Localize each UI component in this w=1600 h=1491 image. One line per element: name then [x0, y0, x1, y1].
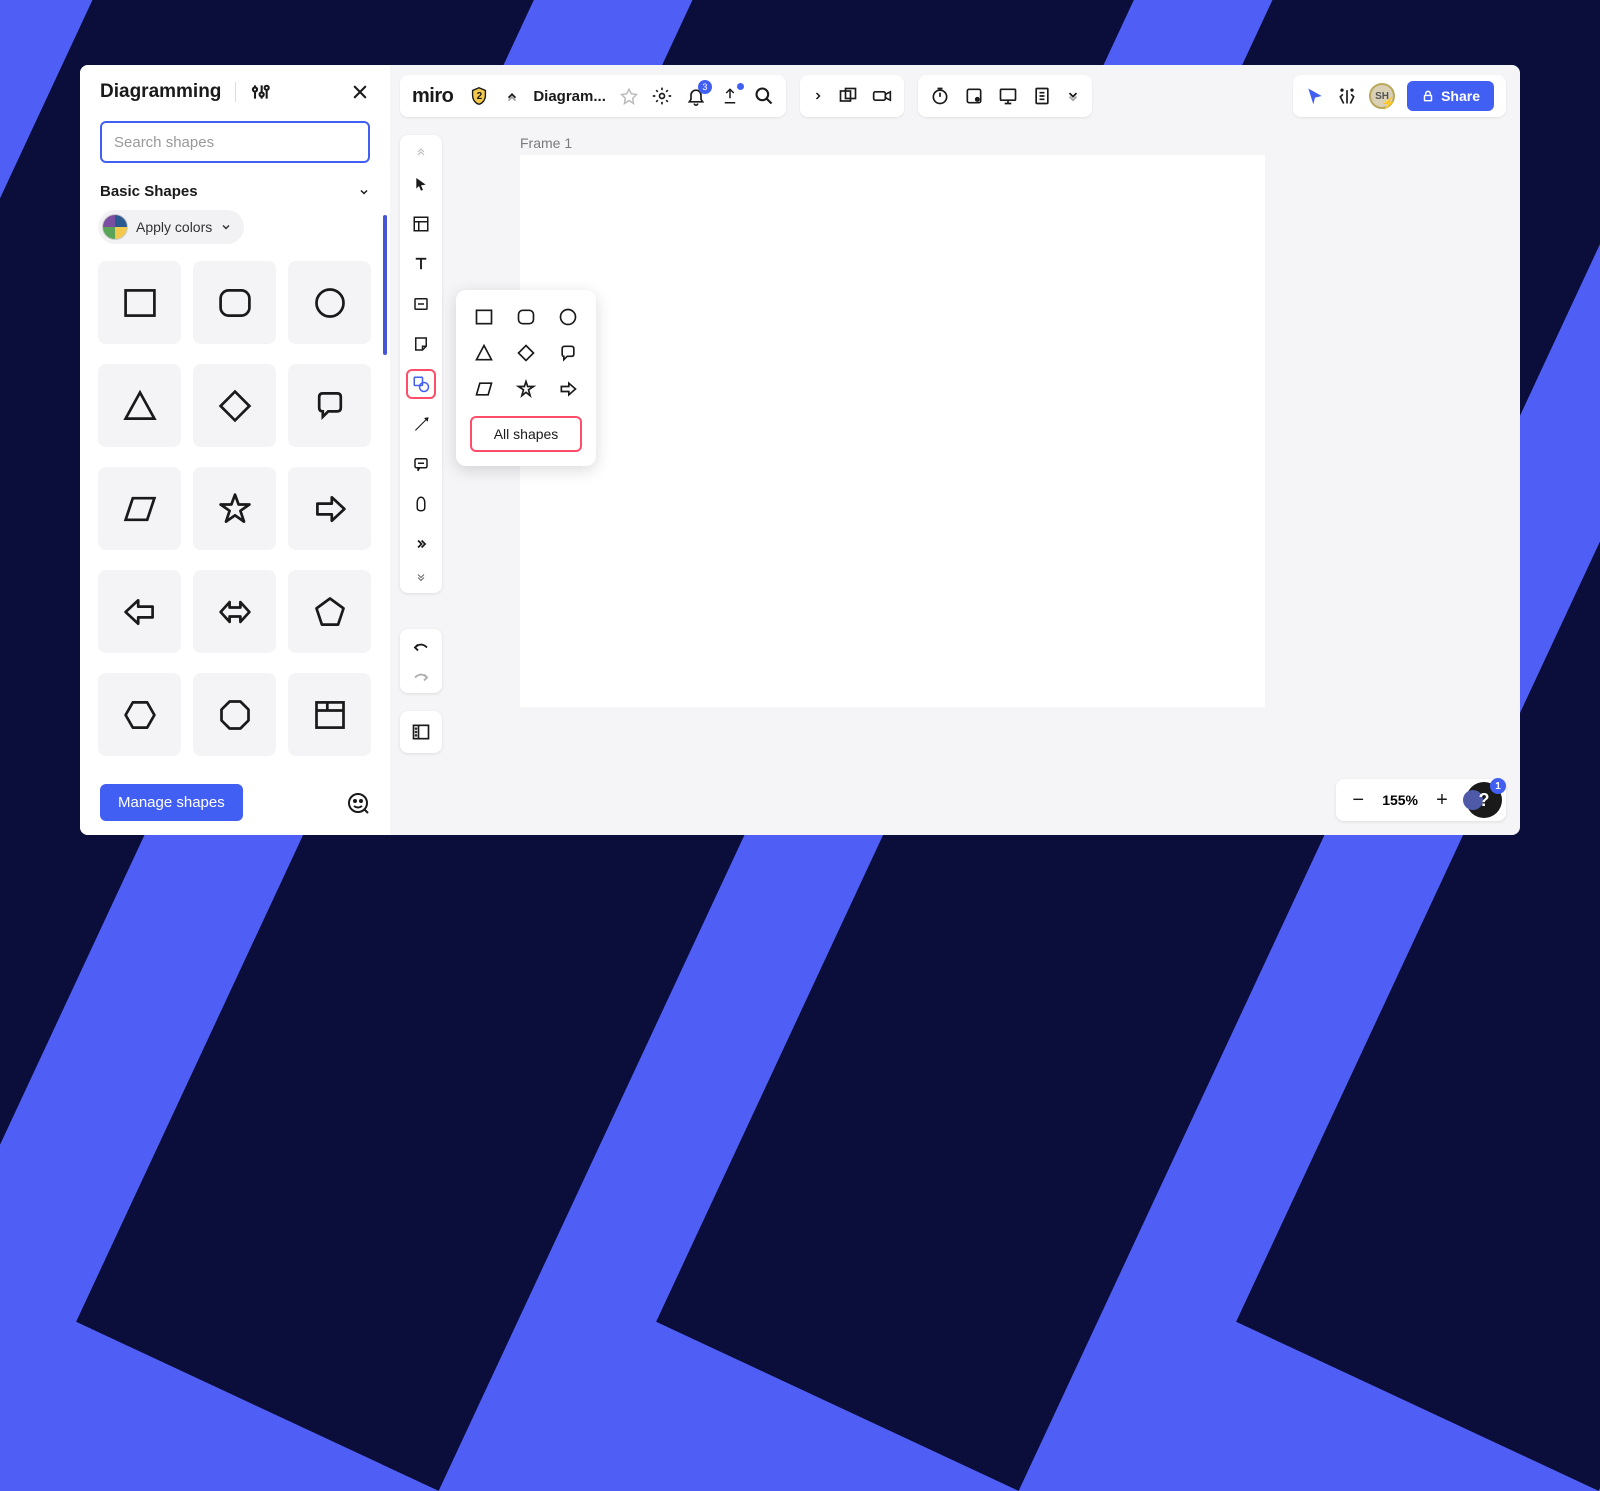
shape-circle[interactable] — [288, 261, 371, 344]
minimap-button[interactable] — [400, 711, 442, 753]
undo-icon[interactable] — [412, 639, 430, 653]
pop-shape-diamond[interactable] — [515, 342, 537, 364]
settings-sliders-icon[interactable] — [250, 82, 270, 102]
chevron-down-icon[interactable] — [505, 89, 519, 103]
shape-hexagon[interactable] — [98, 673, 181, 756]
apply-colors-chip[interactable]: Apply colors — [98, 210, 244, 244]
apply-colors-label: Apply colors — [136, 219, 212, 235]
search-icon[interactable] — [754, 86, 774, 106]
toolbar-present-group — [800, 75, 904, 117]
shape-arrow-left[interactable] — [98, 570, 181, 653]
select-tool[interactable] — [406, 169, 436, 199]
shape-parallelogram[interactable] — [98, 467, 181, 550]
shape-arrow-right[interactable] — [288, 467, 371, 550]
shape-rectangle[interactable] — [98, 261, 181, 344]
gear-icon[interactable] — [652, 86, 672, 106]
chevron-down-icon[interactable] — [1066, 89, 1080, 103]
zoom-out-button[interactable]: − — [1340, 782, 1376, 818]
video-camera-icon[interactable] — [872, 86, 892, 106]
toolbar-collab-group: SH ⚡ Share — [1293, 75, 1506, 117]
search-input[interactable] — [100, 121, 370, 163]
templates-tool[interactable] — [406, 209, 436, 239]
app-window: Frame 1 Diagramming Basic Shapes — [80, 65, 1520, 835]
shape-octagon[interactable] — [193, 673, 276, 756]
notifications-icon[interactable] — [686, 86, 706, 106]
star-icon[interactable] — [620, 87, 638, 105]
diagramming-panel: Diagramming Basic Shapes Apply — [80, 65, 390, 835]
toolbar-right-group: SH ⚡ Share — [1293, 75, 1506, 117]
note-tool[interactable] — [406, 329, 436, 359]
pop-shape-rectangle[interactable] — [473, 306, 495, 328]
frame-label: Frame 1 — [520, 135, 572, 151]
more-tools-icon[interactable] — [406, 529, 436, 559]
text-tool[interactable] — [406, 249, 436, 279]
collapse-icon[interactable] — [406, 143, 436, 159]
toolbar-main-group: miro 2 Diagram... — [400, 75, 786, 117]
present-icon[interactable] — [998, 86, 1018, 106]
scrollbar[interactable] — [383, 215, 387, 355]
shape-triangle[interactable] — [98, 364, 181, 447]
reactions-icon[interactable] — [1337, 86, 1357, 106]
comment-tool[interactable] — [406, 449, 436, 479]
top-toolbar: miro 2 Diagram... — [400, 75, 1092, 117]
feedback-smile-icon[interactable] — [346, 791, 370, 815]
zoom-value[interactable]: 155% — [1376, 792, 1424, 808]
chevron-right-icon[interactable] — [812, 89, 824, 103]
canvas-frame[interactable] — [520, 155, 1265, 707]
shape-diamond[interactable] — [193, 364, 276, 447]
shape-double-arrow[interactable] — [193, 570, 276, 653]
shapes-tool[interactable] — [406, 369, 436, 399]
avatar[interactable]: SH ⚡ — [1369, 83, 1395, 109]
pop-shape-star[interactable] — [515, 378, 537, 400]
shape-container[interactable] — [288, 673, 371, 756]
cursor-pointer-icon[interactable] — [1305, 86, 1325, 106]
chevron-down-icon — [220, 221, 232, 233]
redo-icon[interactable] — [412, 669, 430, 683]
close-icon[interactable] — [350, 82, 370, 102]
shape-rounded-rectangle[interactable] — [193, 261, 276, 344]
shield-level-icon[interactable]: 2 — [467, 84, 491, 108]
pop-shape-parallelogram[interactable] — [473, 378, 495, 400]
chevron-down-icon — [358, 186, 370, 198]
export-icon[interactable] — [720, 86, 740, 106]
help-button[interactable]: ? 1 — [1466, 782, 1502, 818]
shape-pentagon[interactable] — [288, 570, 371, 653]
bolt-icon: ⚡ — [1381, 96, 1396, 110]
shape-star[interactable] — [193, 467, 276, 550]
pop-shape-arrow-right[interactable] — [557, 378, 579, 400]
voting-icon[interactable] — [964, 86, 984, 106]
board-name[interactable]: Diagram... — [533, 88, 606, 105]
pop-shape-triangle[interactable] — [473, 342, 495, 364]
lock-icon — [1421, 89, 1435, 103]
color-wheel-icon — [102, 214, 128, 240]
timer-icon[interactable] — [930, 86, 950, 106]
undo-redo-toolbar — [400, 629, 442, 693]
shapes-popover: All shapes — [456, 290, 596, 466]
panel-header: Diagramming — [80, 65, 390, 113]
pop-shape-rounded-rectangle[interactable] — [515, 306, 537, 328]
manage-shapes-button[interactable]: Manage shapes — [100, 784, 243, 821]
all-shapes-button[interactable]: All shapes — [470, 416, 582, 452]
shape-speech-bubble[interactable] — [288, 364, 371, 447]
zoom-controls: − 155% + ? 1 — [1336, 779, 1506, 821]
section-label: Basic Shapes — [100, 183, 198, 200]
basic-shapes-header[interactable]: Basic Shapes — [80, 171, 390, 206]
vertical-toolbar — [400, 135, 442, 593]
connector-tool[interactable] — [406, 409, 436, 439]
zoom-in-button[interactable]: + — [1424, 782, 1460, 818]
toolbar-tools-group — [918, 75, 1092, 117]
pop-shape-speech-bubble[interactable] — [557, 342, 579, 364]
help-badge: 1 — [1490, 778, 1506, 794]
sticky-note-tool[interactable] — [406, 289, 436, 319]
pop-shape-circle[interactable] — [557, 306, 579, 328]
notes-icon[interactable] — [1032, 86, 1052, 106]
shapes-grid — [80, 255, 390, 770]
share-button[interactable]: Share — [1407, 81, 1494, 111]
panel-title: Diagramming — [100, 81, 221, 103]
expand-down-icon[interactable] — [406, 569, 436, 585]
frames-icon[interactable] — [838, 86, 858, 106]
divider — [235, 82, 236, 102]
pen-tool[interactable] — [406, 489, 436, 519]
miro-logo[interactable]: miro — [412, 85, 453, 108]
